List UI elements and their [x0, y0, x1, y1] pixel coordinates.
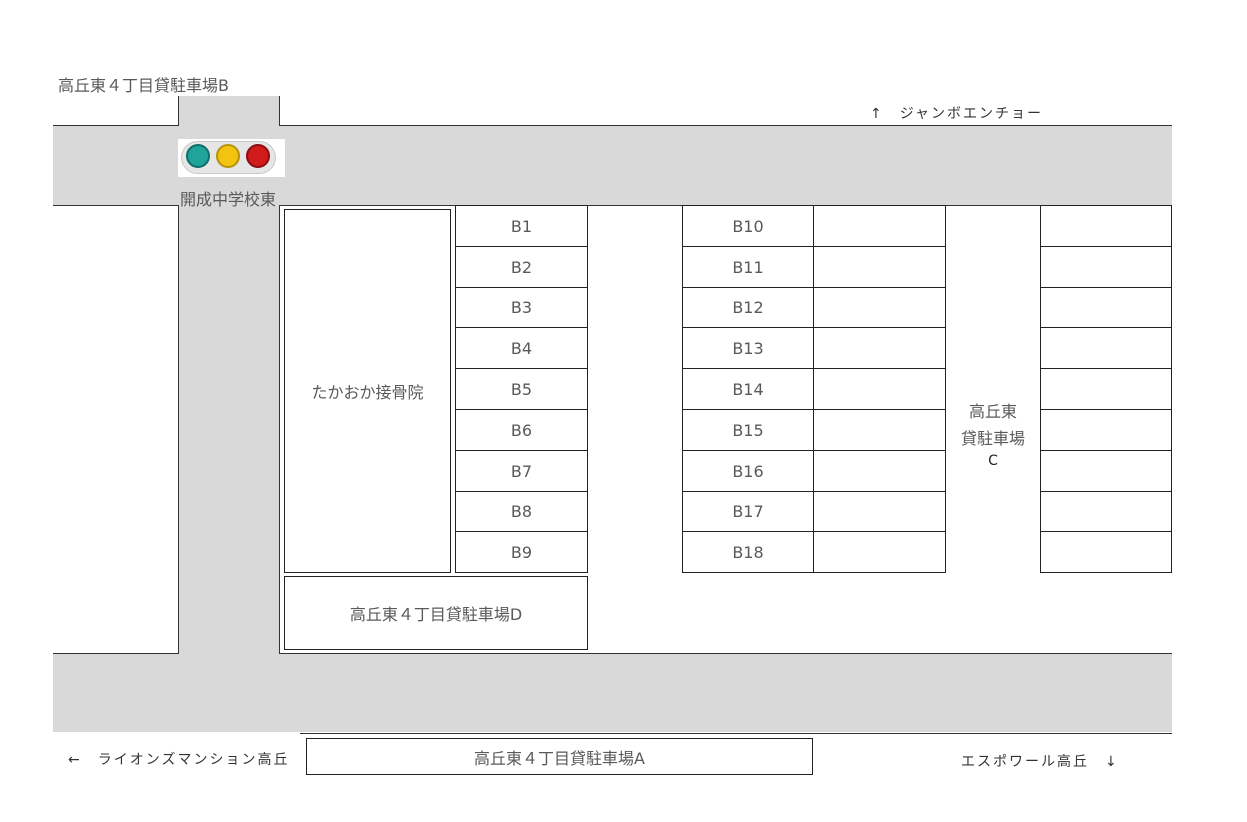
road-edge: [279, 96, 280, 126]
parking-space: B16: [682, 450, 814, 492]
red-light-icon: [246, 144, 270, 168]
parking-space-empty: [813, 205, 946, 247]
vertical-road: [179, 96, 279, 658]
parking-space: B13: [682, 327, 814, 369]
south-direction-label: エスポワール高丘 ↓: [961, 754, 1119, 770]
parking-space-empty: [1040, 531, 1172, 573]
parking-space-empty: [813, 531, 946, 573]
parking-space-empty: [1040, 327, 1172, 369]
north-direction-label: ↑ ジャンボエンチョー: [870, 106, 1044, 122]
parking-space: B2: [455, 246, 588, 288]
parking-c-line2: 貸駐車場: [960, 429, 1025, 448]
road-edge: [178, 205, 179, 654]
parking-d: 高丘東４丁目貸駐車場D: [284, 576, 588, 650]
road-edge: [53, 205, 179, 206]
parking-space: B18: [682, 531, 814, 573]
parking-space: B7: [455, 450, 588, 492]
road-edge: [178, 96, 179, 126]
road-edge: [53, 125, 179, 126]
parking-space-empty: [1040, 287, 1172, 328]
parking-space: B6: [455, 409, 588, 451]
parking-space-empty: [813, 246, 946, 288]
parking-space: B4: [455, 327, 588, 369]
parking-space: B8: [455, 491, 588, 532]
parking-space: B9: [455, 531, 588, 573]
parking-space-empty: [1040, 491, 1172, 532]
parking-space: B15: [682, 409, 814, 451]
parking-space: B5: [455, 368, 588, 410]
clinic-building: たかおか接骨院: [284, 209, 451, 573]
parking-c-label: 高丘東 貸駐車場 C: [946, 398, 1040, 470]
parking-space-empty: [1040, 450, 1172, 492]
parking-c-line3: C: [988, 453, 998, 469]
traffic-light-icon: [178, 139, 285, 177]
road-edge: [279, 653, 1172, 654]
parking-space: B17: [682, 491, 814, 532]
parking-space-empty: [813, 491, 946, 532]
parking-space: B11: [682, 246, 814, 288]
road-edge: [53, 653, 179, 654]
parking-c-line1: 高丘東: [968, 402, 1017, 421]
intersection-label: 開成中学校東: [180, 190, 277, 209]
parking-space-empty: [1040, 205, 1172, 247]
parking-space: B10: [682, 205, 814, 247]
parking-space-empty: [813, 450, 946, 492]
parking-space: B12: [682, 287, 814, 328]
parking-space-empty: [1040, 368, 1172, 410]
west-direction-label: ← ライオンズマンション高丘: [68, 752, 290, 768]
road-edge: [300, 733, 1172, 734]
parking-space-empty: [1040, 409, 1172, 451]
parking-space: B3: [455, 287, 588, 328]
green-light-icon: [186, 144, 210, 168]
yellow-light-icon: [216, 144, 240, 168]
parking-space-empty: [813, 287, 946, 328]
parking-space-empty: [813, 327, 946, 369]
road-edge: [279, 205, 280, 654]
parking-space: B14: [682, 368, 814, 410]
parking-space-empty: [1040, 246, 1172, 288]
parking-a: 高丘東４丁目貸駐車場A: [306, 738, 813, 775]
parking-b-title: 高丘東４丁目貸駐車場B: [58, 76, 229, 95]
parking-space: B1: [455, 205, 588, 247]
road-edge: [279, 125, 1172, 126]
parking-space-empty: [813, 409, 946, 451]
parking-space-empty: [813, 368, 946, 410]
bottom-road: [53, 654, 1172, 732]
